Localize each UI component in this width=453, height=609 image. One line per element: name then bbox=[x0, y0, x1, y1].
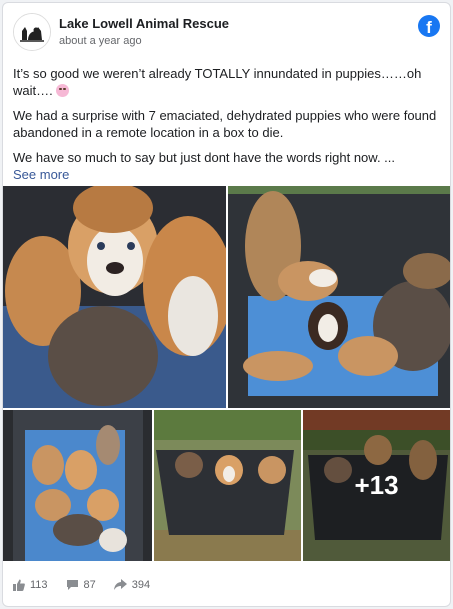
facebook-post-card: Lake Lowell Animal Rescue about a year a… bbox=[2, 2, 451, 607]
facebook-icon[interactable]: f bbox=[418, 15, 440, 37]
comment-count-value: 87 bbox=[83, 579, 96, 591]
photo-grid: +13 bbox=[3, 186, 450, 561]
page-name[interactable]: Lake Lowell Animal Rescue bbox=[59, 16, 229, 31]
weary-face-emoji-icon bbox=[56, 84, 70, 97]
like-count-value: 113 bbox=[30, 579, 48, 591]
share-icon bbox=[113, 579, 127, 590]
like-count[interactable]: 113 bbox=[13, 579, 48, 591]
more-photos-count: +13 bbox=[303, 410, 450, 561]
share-count[interactable]: 394 bbox=[113, 579, 151, 591]
post-paragraph: It’s so good we weren’t already TOTALLY … bbox=[13, 65, 438, 99]
engagement-bar: 113 87 394 bbox=[13, 573, 440, 597]
photo-puppies-in-bin[interactable] bbox=[228, 186, 450, 408]
post-timestamp[interactable]: about a year ago bbox=[59, 35, 142, 47]
share-count-value: 394 bbox=[131, 579, 151, 591]
comment-icon bbox=[66, 580, 78, 590]
post-paragraph: We had a surprise with 7 emaciated, dehy… bbox=[13, 108, 437, 140]
page-avatar[interactable] bbox=[13, 13, 51, 51]
post-header: Lake Lowell Animal Rescue about a year a… bbox=[13, 13, 440, 57]
post-text: It’s so good we weren’t already TOTALLY … bbox=[13, 65, 438, 183]
post-paragraph-text: We have so much to say but just dont hav… bbox=[13, 150, 396, 165]
comment-count[interactable]: 87 bbox=[66, 579, 96, 591]
photo-puppies-closeup[interactable] bbox=[3, 186, 226, 408]
see-more-link[interactable]: See more bbox=[13, 167, 69, 182]
photo-puppies-outdoor-bin[interactable] bbox=[154, 410, 301, 561]
thumbs-up-icon bbox=[13, 579, 25, 591]
post-paragraph: We have so much to say but just dont hav… bbox=[13, 149, 438, 183]
photo-more-photos[interactable]: +13 bbox=[303, 410, 450, 561]
photo-puppies-in-bin-top[interactable] bbox=[3, 410, 152, 561]
post-paragraph-text: It’s so good we weren’t already TOTALLY … bbox=[13, 66, 422, 98]
